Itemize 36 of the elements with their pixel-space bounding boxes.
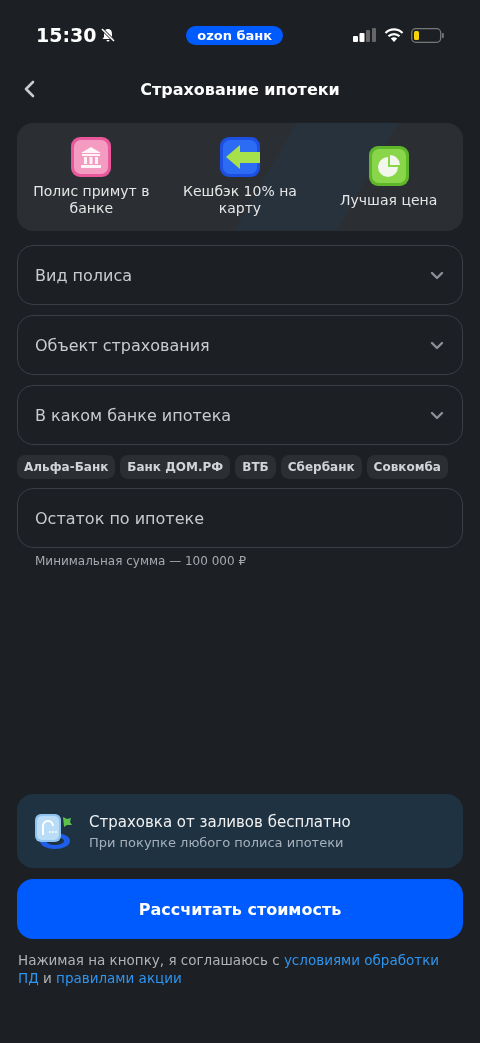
select-field[interactable]: Вид полиса bbox=[17, 245, 463, 305]
field-hint: Минимальная сумма — 100 000 ₽ bbox=[35, 554, 248, 568]
chevron-down-icon bbox=[430, 340, 444, 350]
consent-link[interactable]: правилами акции bbox=[56, 970, 182, 986]
bank-chip[interactable]: Альфа-Банк bbox=[17, 455, 116, 479]
signal-icon bbox=[353, 27, 377, 43]
page-title: Страхование ипотеки bbox=[140, 79, 340, 99]
promo-subtitle: При покупке любого полиса ипотеки bbox=[89, 834, 345, 850]
consent-link[interactable]: условиями обработки bbox=[283, 952, 440, 968]
wifi-icon bbox=[384, 27, 404, 43]
benefit-label: Полис примут в банке bbox=[32, 183, 151, 217]
benefit-label: Кешбэк 10% на карту bbox=[182, 183, 298, 217]
pie-chart-icon bbox=[368, 145, 409, 186]
chevron-down-icon bbox=[430, 410, 444, 420]
battery-icon bbox=[411, 27, 444, 43]
consent-text: Нажимая на кнопку, я соглашаюсь с условиями обработки ПД и правилами акции bbox=[18, 951, 441, 987]
back-icon[interactable] bbox=[23, 80, 35, 98]
balance-input-field[interactable]: Остаток по ипотеке bbox=[17, 488, 463, 548]
bell-muted-icon bbox=[100, 27, 117, 43]
promo-banner[interactable]: Страховка от заливов бесплатно При покупке любого полиса ипотеки bbox=[17, 794, 463, 868]
select-field[interactable]: В каком банке ипотека bbox=[17, 385, 463, 445]
benefit-label: Лучшая цена bbox=[339, 191, 439, 209]
promo-title: Страховка от заливов бесплатно bbox=[89, 812, 351, 831]
app-badge: ozon банк bbox=[186, 25, 284, 45]
calculate-button[interactable]: Рассчитать стоимость bbox=[17, 879, 463, 939]
bank-icon bbox=[71, 137, 112, 177]
arrow-icon bbox=[220, 137, 260, 177]
select-field[interactable]: Объект страхования bbox=[17, 315, 463, 375]
bank-chip[interactable]: Сбербанк bbox=[280, 455, 362, 479]
bank-chip[interactable]: Банк ДОМ.РФ bbox=[120, 455, 231, 479]
shower-lifebuoy-icon bbox=[33, 811, 73, 851]
consent-link[interactable]: ПД bbox=[18, 970, 39, 986]
chevron-down-icon bbox=[430, 270, 444, 280]
bank-chip[interactable]: ВТБ bbox=[235, 455, 276, 479]
bank-chip[interactable]: Совкомба bbox=[366, 455, 448, 479]
status-time: 15:30 bbox=[36, 24, 97, 46]
